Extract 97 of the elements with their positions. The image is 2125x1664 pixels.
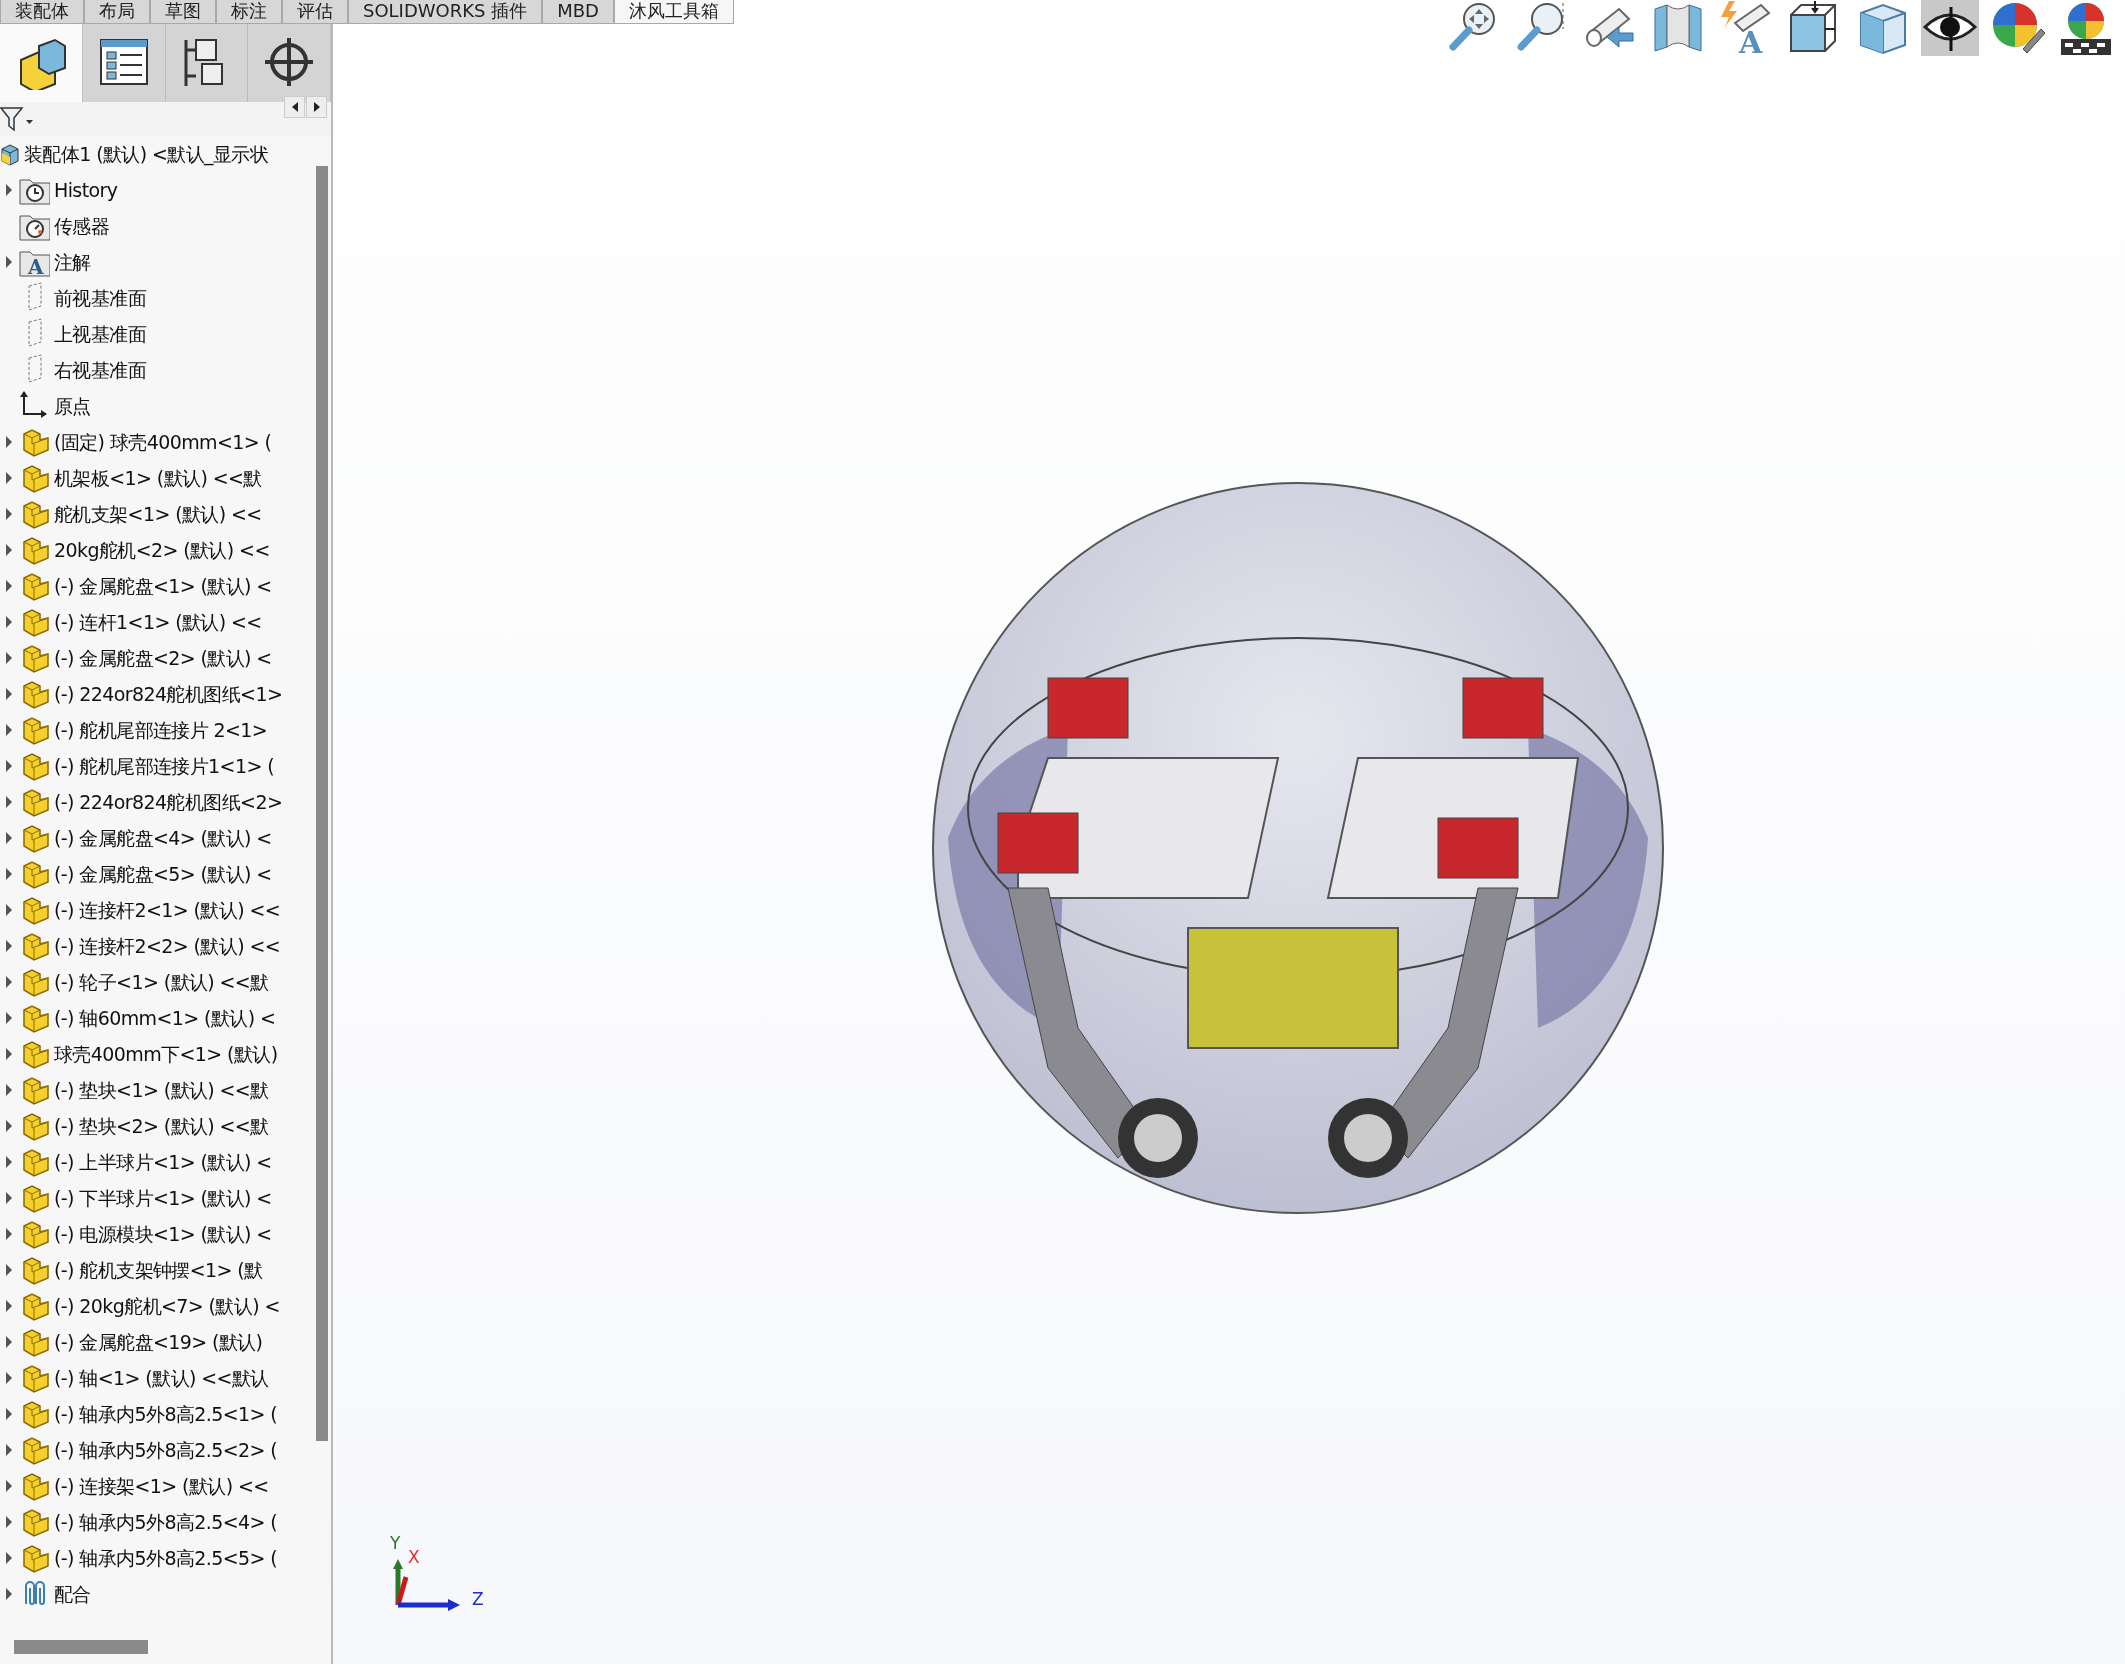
vertical-scrollbar[interactable] [316,166,328,1441]
expand-arrow-icon[interactable] [4,652,13,664]
tree-item[interactable]: (-) 224or824舵机图纸<1> [54,679,283,709]
tree-item[interactable]: (-) 轴承内5外8高2.5<2> ( [54,1435,278,1465]
expand-arrow-icon[interactable] [4,832,13,844]
panel-tab[interactable] [248,24,331,102]
command-tab[interactable]: 草图 [150,0,216,24]
expand-arrow-icon[interactable] [4,1444,13,1456]
command-tab[interactable]: 装配体 [0,0,84,24]
expand-arrow-icon[interactable] [4,184,13,196]
expand-arrow-icon[interactable] [4,760,13,772]
expand-arrow-icon[interactable] [4,688,13,700]
expand-arrow-icon[interactable] [4,1012,13,1024]
expand-arrow-icon[interactable] [4,544,13,556]
tree-item[interactable]: (-) 连接杆2<2> (默认) << [54,931,281,961]
tree-item[interactable]: (-) 上半球片<1> (默认) < [54,1147,272,1177]
panel-tab[interactable] [165,24,249,102]
tree-item[interactable]: 上视基准面 [54,319,146,349]
tree-item[interactable]: 舵机支架<1> (默认) << [54,499,262,529]
expand-arrow-icon[interactable] [4,436,13,448]
scroll-right-icon[interactable] [306,96,327,118]
expand-arrow-icon[interactable] [4,1156,13,1168]
command-tab[interactable]: 标注 [216,0,282,24]
expand-arrow-icon[interactable] [4,904,13,916]
tree-item[interactable]: (-) 舵机尾部连接片 2<1> [54,715,268,745]
tree-item[interactable]: (-) 垫块<2> (默认) <<默 [54,1111,269,1141]
panel-tab[interactable] [0,24,83,102]
tree-item[interactable]: (-) 下半球片<1> (默认) < [54,1183,272,1213]
expand-arrow-icon[interactable] [4,508,13,520]
tree-item[interactable]: (-) 轴承内5外8高2.5<5> ( [54,1543,278,1573]
command-tab[interactable]: MBD [542,0,614,24]
tree-item[interactable]: 机架板<1> (默认) <<默 [54,463,262,493]
expand-arrow-icon[interactable] [4,256,13,268]
tree-item[interactable]: 配合 [54,1579,91,1609]
tree-item[interactable]: 装配体1 (默认) <默认_显示状 [24,139,269,169]
horizontal-scrollbar[interactable] [14,1640,148,1654]
expand-arrow-icon[interactable] [4,940,13,952]
tree-item[interactable]: (-) 金属舵盘<2> (默认) < [54,643,272,673]
tree-item[interactable]: 原点 [54,391,91,421]
filter-icon[interactable] [0,106,34,132]
expand-arrow-icon[interactable] [4,976,13,988]
z-axis-label: Z [472,1588,484,1611]
tree-item[interactable]: (-) 金属舵盘<4> (默认) < [54,823,272,853]
tree-item[interactable]: 前视基准面 [54,283,146,313]
expand-arrow-icon[interactable] [4,1336,13,1348]
tree-item[interactable]: (-) 金属舵盘<1> (默认) < [54,571,272,601]
expand-arrow-icon[interactable] [4,724,13,736]
expand-arrow-icon[interactable] [4,1588,13,1600]
expand-arrow-icon[interactable] [4,1120,13,1132]
panel-tab[interactable] [82,24,166,102]
tree-item[interactable]: 传感器 [54,211,110,241]
tree-item[interactable]: (固定) 球壳400mm<1> ( [54,427,272,457]
expand-arrow-icon[interactable] [4,1048,13,1060]
tree-item[interactable]: (-) 垫块<1> (默认) <<默 [54,1075,269,1105]
tree-item[interactable]: (-) 连杆1<1> (默认) << [54,607,262,637]
expand-arrow-icon[interactable] [4,1408,13,1420]
tree-item[interactable]: (-) 轴承内5外8高2.5<1> ( [54,1399,278,1429]
tree-item[interactable]: (-) 舵机尾部连接片1<1> ( [54,751,274,781]
expand-arrow-icon[interactable] [4,1480,13,1492]
eye-button[interactable] [1921,0,1979,56]
x-axis-label: X [408,1546,420,1569]
tree-item[interactable]: (-) 20kg舵机<7> (默认) < [54,1291,280,1321]
tree-item[interactable]: (-) 电源模块<1> (默认) < [54,1219,272,1249]
scroll-left-icon[interactable] [284,96,305,118]
expand-arrow-icon[interactable] [4,796,13,808]
expand-arrow-icon[interactable] [4,1300,13,1312]
tree-item[interactable]: 注解 [54,247,91,277]
expand-arrow-icon[interactable] [4,472,13,484]
tree-item[interactable]: 右视基准面 [54,355,146,385]
tree-item[interactable]: (-) 连接杆2<1> (默认) << [54,895,281,925]
expand-arrow-icon[interactable] [4,868,13,880]
expand-arrow-icon[interactable] [4,580,13,592]
tree-item[interactable]: (-) 舵机支架钟摆<1> (默 [54,1255,263,1285]
expand-arrow-icon[interactable] [4,1516,13,1528]
expand-arrow-icon[interactable] [4,1084,13,1096]
expand-arrow-icon[interactable] [4,1264,13,1276]
tree-item[interactable]: 球壳400mm下<1> (默认) [54,1039,278,1069]
expand-arrow-icon[interactable] [4,1192,13,1204]
expand-arrow-icon[interactable] [4,1552,13,1564]
tree-item[interactable]: (-) 金属舵盘<5> (默认) < [54,859,272,889]
expand-arrow-icon[interactable] [4,616,13,628]
tree-item[interactable]: History [54,175,118,205]
tree-item[interactable]: (-) 连接架<1> (默认) << [54,1471,269,1501]
y-axis-label: Y [390,1532,401,1555]
command-tab[interactable]: 布局 [84,0,150,24]
tree-item[interactable]: (-) 224or824舵机图纸<2> [54,787,283,817]
expand-arrow-icon[interactable] [4,1228,13,1240]
tree-item[interactable]: 20kg舵机<2> (默认) << [54,535,270,565]
tree-item[interactable]: (-) 轴<1> (默认) <<默认 [54,1363,269,1393]
command-tab[interactable]: SOLIDWORKS 插件 [348,0,543,24]
command-tab[interactable]: 沐风工具箱 [613,0,734,24]
tree-item[interactable]: (-) 轴承内5外8高2.5<4> ( [54,1507,278,1537]
tree-item[interactable]: (-) 轴60mm<1> (默认) < [54,1003,276,1033]
expand-arrow-icon[interactable] [4,1372,13,1384]
tree-item[interactable]: (-) 轮子<1> (默认) <<默 [54,967,269,997]
command-tab[interactable]: 评估 [282,0,348,24]
tree-item[interactable]: (-) 金属舵盘<19> (默认) [54,1327,263,1357]
